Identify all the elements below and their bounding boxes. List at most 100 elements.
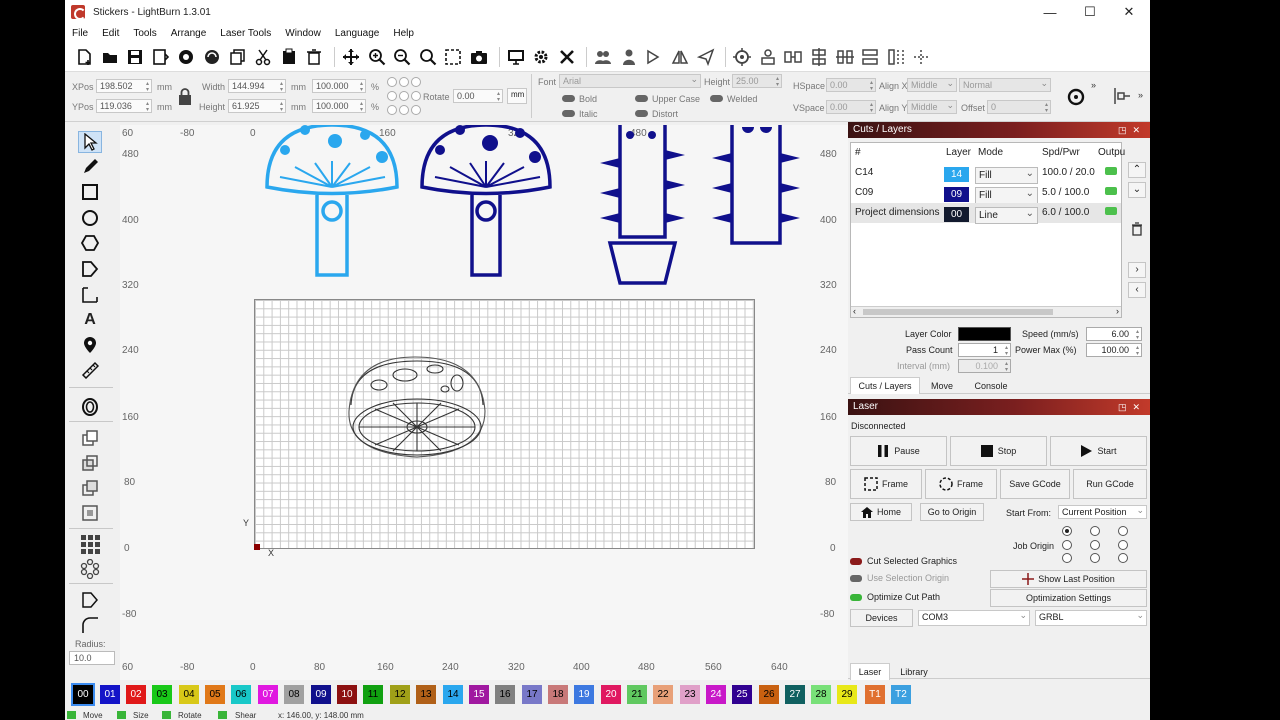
height-input[interactable]: 61.925: [228, 99, 286, 113]
menu-file[interactable]: File: [65, 28, 95, 39]
devices-button[interactable]: Devices: [850, 609, 913, 627]
start-from-select[interactable]: Current Position: [1058, 505, 1147, 519]
rectangle-tool-icon[interactable]: [78, 181, 102, 203]
palette-swatch[interactable]: 26: [759, 685, 779, 704]
home-button[interactable]: Home: [850, 503, 912, 521]
width-input[interactable]: 144.994: [228, 79, 286, 93]
layer-swatch[interactable]: 00: [944, 207, 969, 222]
monitor-icon[interactable]: [505, 46, 527, 68]
tab-console[interactable]: Console: [966, 377, 1016, 394]
job-origin-radio[interactable]: [1062, 526, 1072, 536]
menu-arrange[interactable]: Arrange: [164, 28, 214, 39]
palette-swatch[interactable]: 24: [706, 685, 726, 704]
run-gcode-button[interactable]: Run GCode: [1073, 469, 1147, 499]
palette-swatch[interactable]: 17: [522, 685, 542, 704]
palette-swatch[interactable]: 07: [258, 685, 278, 704]
move-together-icon[interactable]: [910, 46, 932, 68]
menu-laser-tools[interactable]: Laser Tools: [213, 28, 278, 39]
minimize-button[interactable]: —: [1032, 0, 1068, 24]
propbar-overflow-icon[interactable]: »: [1091, 80, 1096, 90]
job-origin-radio[interactable]: [1062, 540, 1072, 550]
layer-row[interactable]: Project dimensions 00 Line 6.0 / 100.0: [851, 203, 1121, 224]
text-mode-select[interactable]: Normal: [959, 78, 1051, 92]
scale-width-input[interactable]: 100.000: [312, 79, 366, 93]
menu-help[interactable]: Help: [386, 28, 421, 39]
palette-swatch[interactable]: 28: [811, 685, 831, 704]
font-select[interactable]: Arial: [559, 74, 701, 88]
scroll-left-icon[interactable]: ‹: [853, 306, 856, 316]
use-selection-origin-toggle[interactable]: [850, 575, 862, 582]
palette-swatch[interactable]: 09: [311, 685, 331, 704]
corner-radius-icon[interactable]: [78, 614, 102, 636]
rotate-input[interactable]: 0.00: [453, 89, 503, 103]
ypos-input[interactable]: 119.036: [96, 99, 152, 113]
auto-distribute-icon[interactable]: [1065, 86, 1087, 111]
zoom-out-icon[interactable]: [391, 46, 413, 68]
cactus-1[interactable]: [607, 125, 678, 285]
text-height-input[interactable]: 25.00: [732, 74, 782, 88]
palette-swatch[interactable]: T1: [865, 685, 885, 704]
delete-icon[interactable]: [303, 46, 325, 68]
text-tool-icon[interactable]: A: [78, 309, 102, 331]
align-center-v-icon[interactable]: [834, 46, 856, 68]
tabs-tool-icon[interactable]: [78, 284, 102, 306]
menu-language[interactable]: Language: [328, 28, 387, 39]
pass-count-input[interactable]: 1: [958, 343, 1011, 357]
machine-settings-icon[interactable]: [556, 46, 578, 68]
export-icon[interactable]: [201, 46, 223, 68]
align-left-icon[interactable]: [757, 46, 779, 68]
size-toggle[interactable]: [117, 711, 126, 719]
offset-input[interactable]: 0: [987, 100, 1051, 114]
open-file-icon[interactable]: [99, 46, 121, 68]
align-center-h-icon[interactable]: [808, 46, 830, 68]
boolean-subtract-icon[interactable]: [78, 477, 102, 499]
polygon-tool-icon[interactable]: [78, 232, 102, 254]
collapse-left-icon[interactable]: ‹: [1128, 282, 1146, 298]
save-gcode-button[interactable]: Save GCode: [1000, 469, 1070, 499]
measure-tool-icon[interactable]: [78, 359, 102, 381]
move-toggle[interactable]: [67, 711, 76, 719]
palette-swatch[interactable]: 20: [601, 685, 621, 704]
edit-nodes-icon[interactable]: [78, 258, 102, 280]
save-icon[interactable]: [124, 46, 146, 68]
palette-swatch[interactable]: 11: [363, 685, 383, 704]
import-icon[interactable]: [175, 46, 197, 68]
settings-icon[interactable]: [530, 46, 552, 68]
welded-toggle[interactable]: [710, 95, 723, 102]
layer-mode-select[interactable]: Line: [975, 206, 1038, 224]
palette-swatch[interactable]: 06: [231, 685, 251, 704]
palette-swatch[interactable]: 04: [179, 685, 199, 704]
dock-float-close-icon[interactable]: ◳✕: [1118, 399, 1146, 415]
menu-edit[interactable]: Edit: [95, 28, 126, 39]
palette-swatch[interactable]: 27: [785, 685, 805, 704]
job-origin-radio[interactable]: [1090, 553, 1100, 563]
palette-swatch[interactable]: 22: [653, 685, 673, 704]
optimize-toggle[interactable]: [850, 594, 862, 601]
distribute-v-icon[interactable]: [885, 46, 907, 68]
close-button[interactable]: ✕: [1111, 0, 1147, 24]
distribute-h-icon[interactable]: [859, 46, 881, 68]
scroll-right-icon[interactable]: ›: [1116, 306, 1119, 316]
maximize-button[interactable]: ☐: [1072, 0, 1108, 24]
boolean-intersect-icon[interactable]: [78, 502, 102, 524]
controller-select[interactable]: GRBL: [1035, 610, 1147, 626]
anchor-grid-icon[interactable]: [386, 75, 422, 122]
group-icon[interactable]: [592, 46, 614, 68]
tab-library[interactable]: Library: [894, 663, 934, 680]
rotate-unit-button[interactable]: mm: [507, 88, 527, 104]
palette-swatch[interactable]: 01: [100, 685, 120, 704]
layer-swatch[interactable]: 09: [944, 187, 969, 202]
menu-tools[interactable]: Tools: [126, 28, 163, 39]
shear-toggle[interactable]: [218, 711, 227, 719]
rotate-toggle[interactable]: [162, 711, 171, 719]
tab-cuts-layers[interactable]: Cuts / Layers: [850, 377, 920, 394]
cut-icon[interactable]: [252, 46, 274, 68]
palette-swatch[interactable]: 00: [71, 683, 95, 706]
show-last-position-button[interactable]: Show Last Position: [990, 570, 1147, 588]
output-toggle[interactable]: [1105, 167, 1117, 175]
palette-swatch[interactable]: 21: [627, 685, 647, 704]
job-origin-radio[interactable]: [1090, 540, 1100, 550]
distort-toggle[interactable]: [635, 110, 648, 117]
interval-input[interactable]: 0.100: [958, 359, 1011, 373]
draw-lines-icon[interactable]: [78, 156, 102, 178]
